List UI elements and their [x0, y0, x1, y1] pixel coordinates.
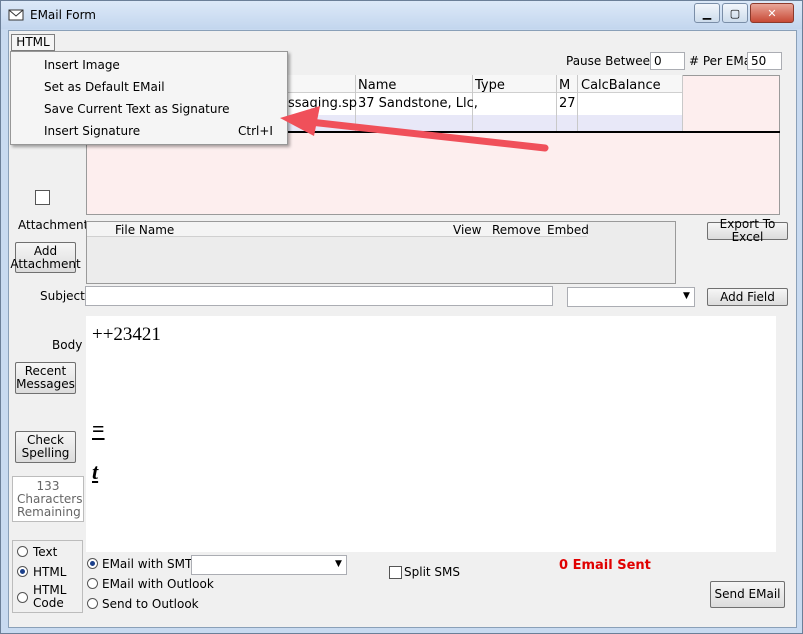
send-radio-outlook[interactable]	[87, 578, 98, 589]
envelope-icon	[8, 9, 24, 21]
pause-between-input[interactable]: 0	[650, 52, 685, 70]
menu-item-label: Insert Image	[44, 58, 120, 72]
check-spelling-button[interactable]: Check Spelling	[15, 431, 76, 463]
email-sent-status: 0 Email Sent	[559, 558, 651, 573]
pause-between-label: Pause Between	[566, 54, 658, 68]
format-radio-html-code[interactable]	[17, 592, 28, 603]
send-radio-send-to-outlook[interactable]	[87, 598, 98, 609]
table-cell-m: 27	[559, 96, 576, 111]
subject-label: Subject	[40, 289, 85, 303]
menu-item-insert-signature[interactable]: Insert Signature Ctrl+I	[11, 120, 287, 142]
menu-item-label: Insert Signature	[44, 124, 141, 138]
column-header-calcbalance[interactable]: CalcBalance	[581, 78, 661, 93]
add-field-button[interactable]: Add Field	[707, 288, 788, 306]
menu-item-set-default-email[interactable]: Set as Default EMail	[11, 76, 287, 98]
annotation-arrow-icon	[280, 106, 549, 152]
attachments-column-file-name[interactable]: File Name	[115, 223, 174, 237]
menu-item-insert-image[interactable]: Insert Image	[11, 54, 287, 76]
chevron-down-icon: ▼	[335, 559, 342, 569]
window-title: EMail Form	[30, 8, 96, 22]
title-bar	[1, 1, 802, 29]
grid-divider	[682, 75, 683, 132]
menu-item-save-signature[interactable]: Save Current Text as Signature	[11, 98, 287, 120]
subject-input[interactable]	[85, 286, 553, 306]
column-header-name[interactable]: Name	[358, 78, 396, 93]
field-select[interactable]	[567, 287, 695, 307]
menu-item-label: Save Current Text as Signature	[44, 102, 230, 116]
export-to-excel-button[interactable]: Export To Excel	[707, 218, 788, 244]
send-label-smtp: EMail with SMTP	[102, 557, 200, 571]
split-sms-checkbox[interactable]	[389, 566, 402, 579]
grid-divider	[577, 75, 578, 132]
send-radio-smtp[interactable]	[87, 558, 98, 569]
column-header-m[interactable]: M	[559, 78, 570, 93]
recent-messages-button[interactable]: Recent Messages	[15, 362, 76, 394]
format-radio-html[interactable]	[17, 566, 28, 577]
add-attachment-button[interactable]: Add Attachment	[10, 242, 81, 273]
body-text-line: =	[92, 416, 105, 441]
menu-item-label: Set as Default EMail	[44, 80, 165, 94]
minimize-icon: ▁	[702, 6, 712, 20]
format-label-html: HTML	[33, 565, 67, 579]
body-text-line: t	[92, 459, 99, 484]
body-editor[interactable]	[86, 316, 776, 552]
menu-item-shortcut: Ctrl+I	[238, 124, 273, 138]
chevron-down-icon: ▼	[683, 291, 690, 301]
attachments-column-view[interactable]: View	[453, 223, 481, 237]
attachments-column-embed[interactable]: Embed	[547, 223, 589, 237]
maximize-icon: ▢	[729, 6, 741, 20]
format-label-html-code: HTML Code	[33, 583, 67, 610]
characters-remaining: 133 Characters Remaining	[12, 476, 84, 522]
close-icon: ✕	[767, 6, 777, 20]
format-radio-text[interactable]	[17, 546, 28, 557]
per-email-input[interactable]: 50	[747, 52, 782, 70]
send-email-button[interactable]: Send EMail	[710, 581, 785, 608]
send-label-outlook: EMail with Outlook	[102, 577, 214, 591]
body-label: Body	[52, 338, 83, 352]
format-label-text: Text	[33, 545, 58, 559]
attachments-column-remove[interactable]: Remove	[492, 223, 541, 237]
select-all-checkbox[interactable]	[35, 190, 50, 205]
html-menu-button[interactable]: HTML	[11, 34, 55, 51]
split-sms-label: Split SMS	[404, 565, 461, 579]
close-button[interactable]: ✕	[750, 3, 794, 23]
send-label-send-to-outlook: Send to Outlook	[102, 597, 199, 611]
maximize-button[interactable]: ▢	[722, 3, 748, 23]
column-header-type[interactable]: Type	[475, 78, 505, 93]
smtp-select[interactable]	[191, 555, 347, 575]
html-dropdown-menu: Insert Image Set as Default EMail Save C…	[10, 51, 288, 145]
minimize-button[interactable]: ▁	[694, 3, 720, 23]
body-text-line: ++23421	[92, 324, 161, 345]
attachments-label: Attachments	[18, 218, 95, 232]
